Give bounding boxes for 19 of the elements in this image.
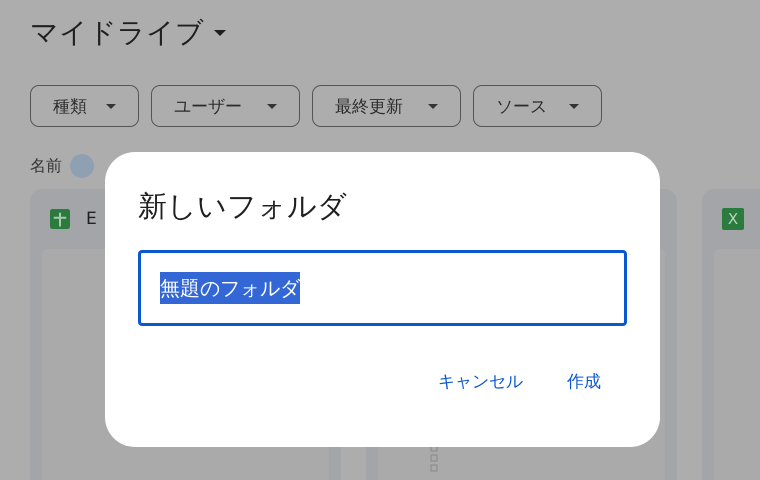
excel-icon: X <box>722 208 744 230</box>
filter-chip[interactable]: 最終更新 <box>312 85 461 127</box>
caret-icon[interactable] <box>214 30 226 36</box>
caret-icon <box>267 104 277 108</box>
caret-icon <box>569 104 579 108</box>
folder-name-field[interactable]: 無題のフォルダ <box>138 250 627 326</box>
filter-chip[interactable]: ソース <box>473 85 602 127</box>
filter-chip[interactable]: 種類 <box>30 85 139 127</box>
file-name: E <box>86 209 97 229</box>
spreadsheet-icon <box>50 209 70 229</box>
dialog-button[interactable]: 作成 <box>555 362 613 401</box>
file-card[interactable]: X <box>702 189 760 480</box>
dialog-button[interactable]: キャンセル <box>426 362 535 401</box>
caret-icon <box>428 104 438 108</box>
filter-chip[interactable]: ユーザー <box>151 85 300 127</box>
sort-label[interactable]: 名前 <box>30 156 62 176</box>
caret-icon <box>106 104 116 108</box>
page-title: マイドライブ <box>30 15 204 51</box>
dialog-title: 新しいフォルダ <box>138 188 348 225</box>
